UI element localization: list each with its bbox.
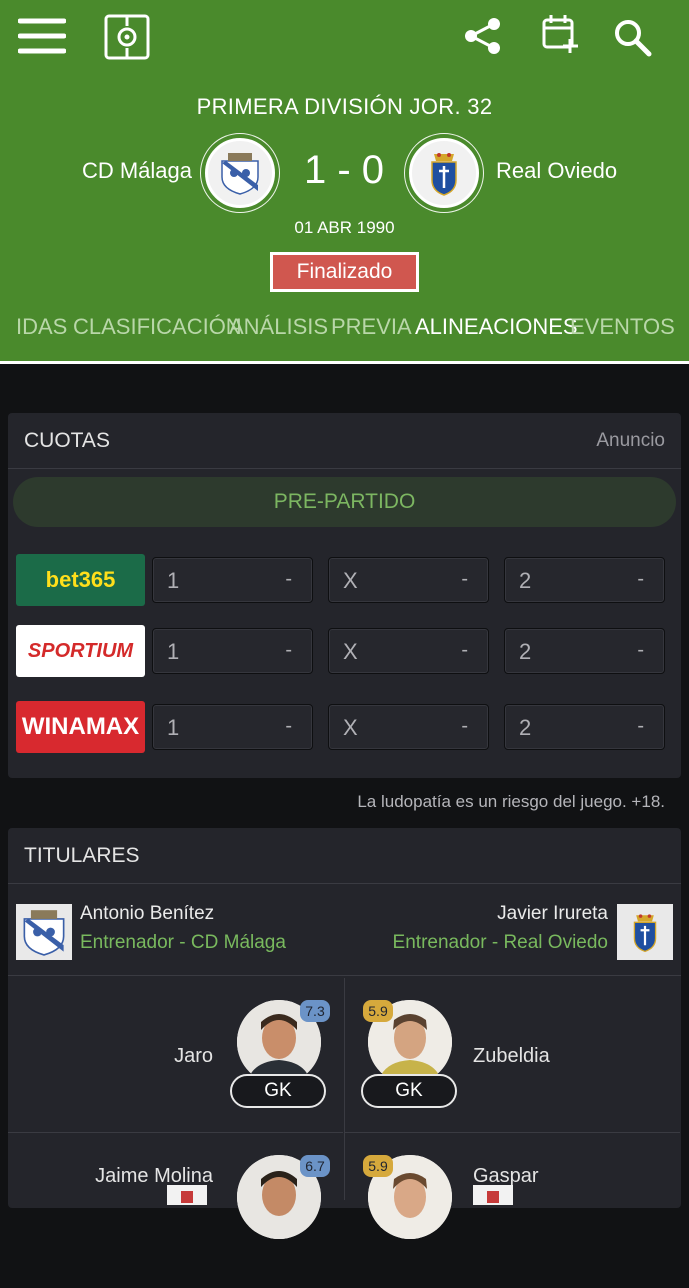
odd-key: 2: [519, 568, 532, 593]
home-player-cell[interactable]: Jaime Molina 6.7: [8, 1133, 343, 1288]
tab-eventos[interactable]: EVENTOS: [570, 314, 675, 340]
player-rating: 5.9: [363, 1155, 393, 1177]
winamax-logo[interactable]: WINAMAX: [16, 701, 145, 753]
odd-key: X: [343, 568, 358, 593]
away-coach-role: Entrenador - Real Oviedo: [392, 932, 608, 953]
player-flag: [167, 1185, 207, 1205]
home-coach-role: Entrenador - CD Málaga: [80, 932, 286, 953]
odd-value: -: [285, 715, 292, 737]
tab-alineaciones[interactable]: ALINEACIONES: [415, 314, 578, 340]
odd-away[interactable]: 2-: [504, 628, 665, 674]
odds-title: CUOTAS: [24, 429, 110, 452]
odd-key: X: [343, 715, 358, 740]
away-player-cell[interactable]: 5.9 GK Zubeldia: [345, 978, 680, 1133]
odd-key: 1: [167, 639, 180, 664]
player-name: Zubeldia: [473, 1045, 550, 1067]
odd-key: X: [343, 639, 358, 664]
malaga-crest-icon: [23, 910, 65, 956]
away-team-crest[interactable]: [409, 138, 479, 208]
player-rating: 7.3: [300, 1000, 330, 1022]
match-date: 01 ABR 1990: [294, 218, 395, 237]
odd-key: 1: [167, 568, 180, 593]
lineups-card: TITULARES Antonio Benítez Entrenador - C…: [8, 828, 681, 1239]
home-team-name[interactable]: CD Málaga: [82, 158, 192, 184]
lineups-title: TITULARES: [24, 844, 140, 867]
odd-key: 1: [167, 715, 180, 740]
odd-value: -: [637, 715, 644, 737]
match-score: 1 - 0: [303, 148, 385, 192]
menu-icon[interactable]: [17, 17, 67, 60]
search-icon[interactable]: [613, 18, 653, 63]
match-tabs: IDAS CLASIFICACIÓN ANÁLISIS PREVIA ALINE…: [0, 314, 689, 344]
odd-key: 2: [519, 639, 532, 664]
odd-key: 2: [519, 715, 532, 740]
player-rating: 6.7: [300, 1155, 330, 1177]
oviedo-crest-icon: [633, 914, 657, 953]
home-coach-name[interactable]: Antonio Benítez: [80, 903, 214, 925]
home-player-cell[interactable]: Jaro 7.3 GK: [8, 978, 343, 1133]
away-team-name[interactable]: Real Oviedo: [496, 158, 617, 184]
ad-label: Anuncio: [596, 430, 665, 451]
match-status-badge: Finalizado: [270, 252, 419, 292]
player-rating: 5.9: [363, 1000, 393, 1022]
home-team-crest[interactable]: [205, 138, 275, 208]
odds-card-header: CUOTAS Anuncio: [8, 413, 681, 469]
odds-row-sportium: SPORTIUM 1- X- 2-: [8, 625, 681, 681]
odd-value: -: [461, 715, 468, 737]
bet365-logo[interactable]: bet365: [16, 554, 145, 606]
tab-previa[interactable]: PREVIA: [331, 314, 412, 340]
odd-home[interactable]: 1-: [152, 704, 313, 750]
odd-draw[interactable]: X-: [328, 704, 489, 750]
away-coach-name[interactable]: Javier Irureta: [497, 903, 608, 925]
odd-value: -: [637, 568, 644, 590]
pre-match-toggle[interactable]: PRE-PARTIDO: [13, 477, 676, 527]
malaga-crest-icon: [221, 153, 259, 195]
away-coach-crest: [617, 904, 673, 960]
tab-clasificacion[interactable]: CLASIFICACIÓN: [73, 314, 242, 340]
away-player-cell[interactable]: 5.9 Gaspar: [345, 1133, 680, 1288]
odd-home[interactable]: 1-: [152, 628, 313, 674]
lineups-card-header: TITULARES: [8, 828, 681, 884]
competition-round[interactable]: PRIMERA DIVISIÓN JOR. 32: [0, 94, 689, 120]
position-badge: GK: [230, 1074, 326, 1108]
match-header: PRIMERA DIVISIÓN JOR. 32 CD Málaga 1 - 0…: [0, 0, 689, 361]
odds-row-winamax: WINAMAX 1- X- 2-: [8, 701, 681, 757]
home-coach-crest: [16, 904, 72, 960]
odd-value: -: [285, 639, 292, 661]
sportium-logo[interactable]: SPORTIUM: [16, 625, 145, 677]
coaches-row: Antonio Benítez Entrenador - CD Málaga J…: [8, 886, 681, 976]
share-icon[interactable]: [463, 17, 503, 60]
odds-card: CUOTAS Anuncio PRE-PARTIDO bet365 1- X- …: [8, 413, 681, 778]
odd-away[interactable]: 2-: [504, 557, 665, 603]
odds-row-bet365: bet365 1- X- 2-: [8, 554, 681, 610]
oviedo-crest-icon: [431, 153, 457, 196]
odd-value: -: [461, 568, 468, 590]
odd-value: -: [285, 568, 292, 590]
odd-away[interactable]: 2-: [504, 704, 665, 750]
odd-home[interactable]: 1-: [152, 557, 313, 603]
gambling-disclaimer: La ludopatía es un riesgo del juego. +18…: [357, 792, 665, 811]
add-calendar-icon[interactable]: [541, 13, 581, 60]
player-flag: [473, 1185, 513, 1205]
position-badge: GK: [361, 1074, 457, 1108]
odd-value: -: [637, 639, 644, 661]
tab-jornadas[interactable]: IDAS: [16, 314, 67, 340]
player-name: Jaro: [174, 1045, 213, 1067]
tab-analisis[interactable]: ANÁLISIS: [229, 314, 328, 340]
header-divider: [0, 361, 689, 364]
odd-draw[interactable]: X-: [328, 557, 489, 603]
odd-draw[interactable]: X-: [328, 628, 489, 674]
odd-value: -: [461, 639, 468, 661]
pitch-icon[interactable]: [104, 14, 150, 65]
